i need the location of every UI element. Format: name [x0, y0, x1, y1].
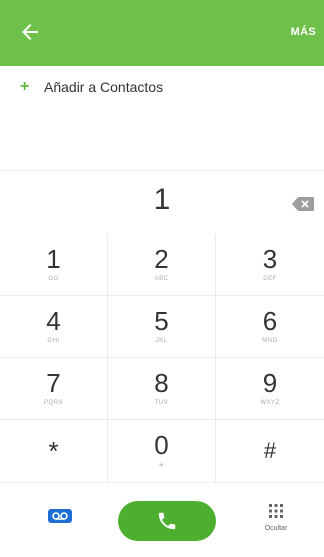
voicemail-icon[interactable] — [48, 509, 72, 523]
plus-icon: + — [20, 78, 30, 95]
key-letters: WXYZ — [260, 400, 280, 406]
bottom-action-bar: Ocultar — [0, 482, 324, 557]
key-9[interactable]: 9 WXYZ — [216, 358, 324, 420]
key-2[interactable]: 2 ABC — [108, 234, 216, 296]
dialed-number-field: 1 — [0, 170, 324, 235]
key-7[interactable]: 7 PQRS — [0, 358, 108, 420]
backspace-icon[interactable] — [292, 197, 314, 211]
key-letters: OO — [48, 276, 59, 282]
phone-icon — [158, 512, 176, 530]
key-letters: MNO — [262, 338, 278, 344]
key-digit: # — [263, 438, 277, 463]
key-digit: 3 — [262, 244, 278, 274]
key-letters: DEF — [263, 276, 277, 282]
key-letters: ABC — [154, 276, 169, 282]
key-1[interactable]: 1 OO — [0, 234, 108, 296]
key-star[interactable]: * — [0, 420, 108, 482]
top-app-bar: MÁS — [0, 0, 324, 66]
key-digit: 9 — [262, 368, 278, 398]
key-digit: * — [48, 436, 59, 466]
key-hash[interactable]: # — [216, 420, 324, 482]
dial-keypad: 1 OO 2 ABC 3 DEF 4 GHI 5 JKL 6 MNO 7 PQR… — [0, 234, 324, 482]
key-digit: 5 — [154, 306, 169, 336]
key-digit: 8 — [154, 368, 169, 398]
keypad-grid-icon — [268, 503, 284, 519]
hide-keypad-button[interactable]: Ocultar — [254, 503, 298, 532]
key-3[interactable]: 3 DEF — [216, 234, 324, 296]
more-button[interactable]: MÁS — [291, 26, 316, 38]
key-digit: 0 — [154, 430, 169, 460]
key-8[interactable]: 8 TUV — [108, 358, 216, 420]
key-digit: 2 — [154, 244, 169, 274]
key-letters: + — [158, 460, 165, 470]
key-letters: JKL — [155, 338, 168, 344]
key-5[interactable]: 5 JKL — [108, 296, 216, 358]
key-letters: TUV — [154, 400, 169, 406]
key-digit: 7 — [46, 368, 61, 398]
key-digit: 6 — [262, 306, 278, 336]
key-0[interactable]: 0 + — [108, 420, 216, 482]
key-digit: 4 — [46, 306, 61, 336]
back-arrow-icon[interactable] — [18, 20, 42, 44]
add-to-contacts-label: Añadir a Contactos — [44, 79, 164, 95]
key-digit: 1 — [46, 244, 61, 274]
key-6[interactable]: 6 MNO — [216, 296, 324, 358]
key-letters: PQRS — [43, 400, 63, 406]
dialed-number: 1 — [153, 183, 171, 216]
key-letters: GHI — [47, 338, 60, 344]
call-button[interactable] — [118, 501, 216, 541]
key-4[interactable]: 4 GHI — [0, 296, 108, 358]
add-to-contacts-button[interactable]: + Añadir a Contactos — [20, 76, 163, 98]
hide-keypad-label: Ocultar — [264, 525, 288, 532]
